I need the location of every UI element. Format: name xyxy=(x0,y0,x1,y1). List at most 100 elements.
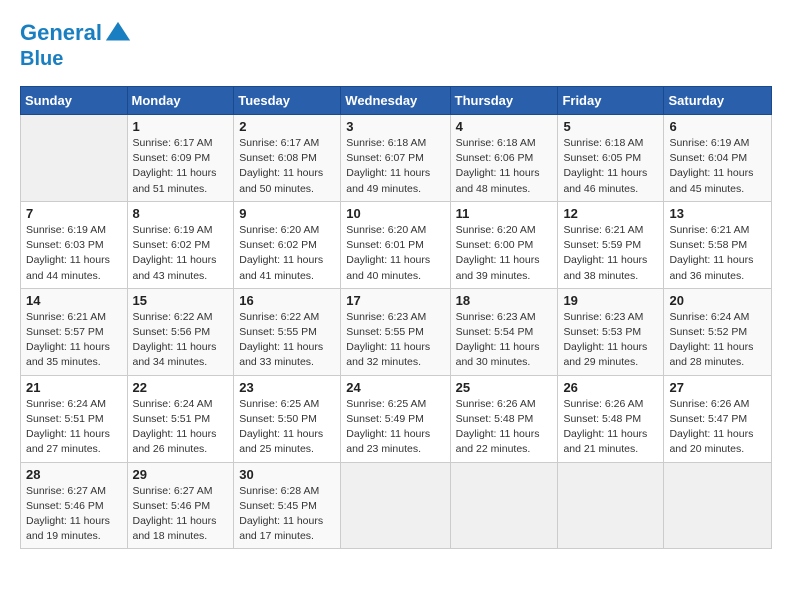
day-cell: 16 Sunrise: 6:22 AM Sunset: 5:55 PM Dayli… xyxy=(234,288,341,375)
day-number: 19 xyxy=(563,293,658,308)
day-cell: 21 Sunrise: 6:24 AM Sunset: 5:51 PM Dayli… xyxy=(21,375,128,462)
page-header: General Blue xyxy=(20,20,772,70)
day-detail: Sunrise: 6:21 AM Sunset: 5:57 PM Dayligh… xyxy=(26,310,122,371)
day-detail: Sunrise: 6:26 AM Sunset: 5:47 PM Dayligh… xyxy=(669,397,766,458)
day-cell: 4 Sunrise: 6:18 AM Sunset: 6:06 PM Daylig… xyxy=(450,115,558,202)
logo-subtext: Blue xyxy=(20,48,134,70)
day-cell: 14Sunrise: 6:21 AM Sunset: 5:57 PM Dayli… xyxy=(21,288,128,375)
day-cell: 10 Sunrise: 6:20 AM Sunset: 6:01 PM Dayli… xyxy=(341,201,450,288)
day-cell: 9 Sunrise: 6:20 AM Sunset: 6:02 PM Daylig… xyxy=(234,201,341,288)
day-cell xyxy=(341,462,450,549)
day-number: 27 xyxy=(669,380,766,395)
day-number: 18 xyxy=(456,293,553,308)
day-detail: Sunrise: 6:24 AM Sunset: 5:51 PM Dayligh… xyxy=(26,397,122,458)
day-cell: 6 Sunrise: 6:19 AM Sunset: 6:04 PM Daylig… xyxy=(664,115,772,202)
week-row-1: 1 Sunrise: 6:17 AM Sunset: 6:09 PM Daylig… xyxy=(21,115,772,202)
day-detail: Sunrise: 6:18 AM Sunset: 6:05 PM Dayligh… xyxy=(563,136,658,197)
day-cell: 20 Sunrise: 6:24 AM Sunset: 5:52 PM Dayli… xyxy=(664,288,772,375)
day-cell xyxy=(450,462,558,549)
day-cell: 15 Sunrise: 6:22 AM Sunset: 5:56 PM Dayli… xyxy=(127,288,234,375)
calendar-table: SundayMondayTuesdayWednesdayThursdayFrid… xyxy=(20,86,772,549)
day-number: 26 xyxy=(563,380,658,395)
day-cell: 22 Sunrise: 6:24 AM Sunset: 5:51 PM Dayli… xyxy=(127,375,234,462)
day-cell: 11Sunrise: 6:20 AM Sunset: 6:00 PM Dayli… xyxy=(450,201,558,288)
day-number: 7 xyxy=(26,206,122,221)
day-cell: 12 Sunrise: 6:21 AM Sunset: 5:59 PM Dayli… xyxy=(558,201,664,288)
day-number: 8 xyxy=(133,206,229,221)
weekday-header-monday: Monday xyxy=(127,87,234,115)
day-cell: 26 Sunrise: 6:26 AM Sunset: 5:48 PM Dayli… xyxy=(558,375,664,462)
day-number: 17 xyxy=(346,293,444,308)
day-cell: 23 Sunrise: 6:25 AM Sunset: 5:50 PM Dayli… xyxy=(234,375,341,462)
day-number: 2 xyxy=(239,119,335,134)
day-number: 23 xyxy=(239,380,335,395)
day-number: 12 xyxy=(563,206,658,221)
day-number: 16 xyxy=(239,293,335,308)
day-number: 15 xyxy=(133,293,229,308)
weekday-header-thursday: Thursday xyxy=(450,87,558,115)
day-cell: 30 Sunrise: 6:28 AM Sunset: 5:45 PM Dayli… xyxy=(234,462,341,549)
day-number: 20 xyxy=(669,293,766,308)
day-detail: Sunrise: 6:26 AM Sunset: 5:48 PM Dayligh… xyxy=(563,397,658,458)
day-cell: 5 Sunrise: 6:18 AM Sunset: 6:05 PM Daylig… xyxy=(558,115,664,202)
day-cell: 2 Sunrise: 6:17 AM Sunset: 6:08 PM Daylig… xyxy=(234,115,341,202)
day-cell: 18 Sunrise: 6:23 AM Sunset: 5:54 PM Dayli… xyxy=(450,288,558,375)
day-number: 3 xyxy=(346,119,444,134)
day-detail: Sunrise: 6:21 AM Sunset: 5:59 PM Dayligh… xyxy=(563,223,658,284)
day-cell: 25Sunrise: 6:26 AM Sunset: 5:48 PM Dayli… xyxy=(450,375,558,462)
weekday-header-saturday: Saturday xyxy=(664,87,772,115)
day-detail: Sunrise: 6:21 AM Sunset: 5:58 PM Dayligh… xyxy=(669,223,766,284)
day-detail: Sunrise: 6:20 AM Sunset: 6:02 PM Dayligh… xyxy=(239,223,335,284)
weekday-header-tuesday: Tuesday xyxy=(234,87,341,115)
day-detail: Sunrise: 6:23 AM Sunset: 5:55 PM Dayligh… xyxy=(346,310,444,371)
day-number: 21 xyxy=(26,380,122,395)
week-row-5: 28 Sunrise: 6:27 AM Sunset: 5:46 PM Dayli… xyxy=(21,462,772,549)
day-detail: Sunrise: 6:27 AM Sunset: 5:46 PM Dayligh… xyxy=(133,484,229,545)
day-cell: 7Sunrise: 6:19 AM Sunset: 6:03 PM Daylig… xyxy=(21,201,128,288)
day-number: 24 xyxy=(346,380,444,395)
day-detail: Sunrise: 6:23 AM Sunset: 5:54 PM Dayligh… xyxy=(456,310,553,371)
day-number: 28 xyxy=(26,467,122,482)
weekday-header-wednesday: Wednesday xyxy=(341,87,450,115)
day-number: 9 xyxy=(239,206,335,221)
day-number: 30 xyxy=(239,467,335,482)
day-detail: Sunrise: 6:25 AM Sunset: 5:49 PM Dayligh… xyxy=(346,397,444,458)
day-number: 11 xyxy=(456,206,553,221)
week-row-3: 14Sunrise: 6:21 AM Sunset: 5:57 PM Dayli… xyxy=(21,288,772,375)
day-detail: Sunrise: 6:19 AM Sunset: 6:04 PM Dayligh… xyxy=(669,136,766,197)
day-cell xyxy=(664,462,772,549)
day-detail: Sunrise: 6:18 AM Sunset: 6:06 PM Dayligh… xyxy=(456,136,553,197)
day-detail: Sunrise: 6:17 AM Sunset: 6:09 PM Dayligh… xyxy=(133,136,229,197)
day-number: 6 xyxy=(669,119,766,134)
week-row-2: 7Sunrise: 6:19 AM Sunset: 6:03 PM Daylig… xyxy=(21,201,772,288)
day-detail: Sunrise: 6:22 AM Sunset: 5:56 PM Dayligh… xyxy=(133,310,229,371)
day-cell: 27 Sunrise: 6:26 AM Sunset: 5:47 PM Dayli… xyxy=(664,375,772,462)
day-number: 1 xyxy=(133,119,229,134)
day-cell xyxy=(558,462,664,549)
day-detail: Sunrise: 6:17 AM Sunset: 6:08 PM Dayligh… xyxy=(239,136,335,197)
day-detail: Sunrise: 6:23 AM Sunset: 5:53 PM Dayligh… xyxy=(563,310,658,371)
day-number: 10 xyxy=(346,206,444,221)
weekday-header-sunday: Sunday xyxy=(21,87,128,115)
day-cell: 19 Sunrise: 6:23 AM Sunset: 5:53 PM Dayli… xyxy=(558,288,664,375)
day-detail: Sunrise: 6:24 AM Sunset: 5:52 PM Dayligh… xyxy=(669,310,766,371)
day-cell: 24 Sunrise: 6:25 AM Sunset: 5:49 PM Dayli… xyxy=(341,375,450,462)
day-number: 22 xyxy=(133,380,229,395)
logo: General Blue xyxy=(20,20,134,70)
day-detail: Sunrise: 6:27 AM Sunset: 5:46 PM Dayligh… xyxy=(26,484,122,545)
day-cell: 3 Sunrise: 6:18 AM Sunset: 6:07 PM Daylig… xyxy=(341,115,450,202)
weekday-header-friday: Friday xyxy=(558,87,664,115)
day-detail: Sunrise: 6:20 AM Sunset: 6:01 PM Dayligh… xyxy=(346,223,444,284)
day-detail: Sunrise: 6:24 AM Sunset: 5:51 PM Dayligh… xyxy=(133,397,229,458)
day-detail: Sunrise: 6:22 AM Sunset: 5:55 PM Dayligh… xyxy=(239,310,335,371)
day-detail: Sunrise: 6:19 AM Sunset: 6:02 PM Dayligh… xyxy=(133,223,229,284)
day-detail: Sunrise: 6:28 AM Sunset: 5:45 PM Dayligh… xyxy=(239,484,335,545)
day-cell: 8 Sunrise: 6:19 AM Sunset: 6:02 PM Daylig… xyxy=(127,201,234,288)
day-number: 4 xyxy=(456,119,553,134)
day-number: 25 xyxy=(456,380,553,395)
day-number: 5 xyxy=(563,119,658,134)
day-detail: Sunrise: 6:25 AM Sunset: 5:50 PM Dayligh… xyxy=(239,397,335,458)
day-cell: 17 Sunrise: 6:23 AM Sunset: 5:55 PM Dayli… xyxy=(341,288,450,375)
day-detail: Sunrise: 6:18 AM Sunset: 6:07 PM Dayligh… xyxy=(346,136,444,197)
week-row-4: 21 Sunrise: 6:24 AM Sunset: 5:51 PM Dayli… xyxy=(21,375,772,462)
